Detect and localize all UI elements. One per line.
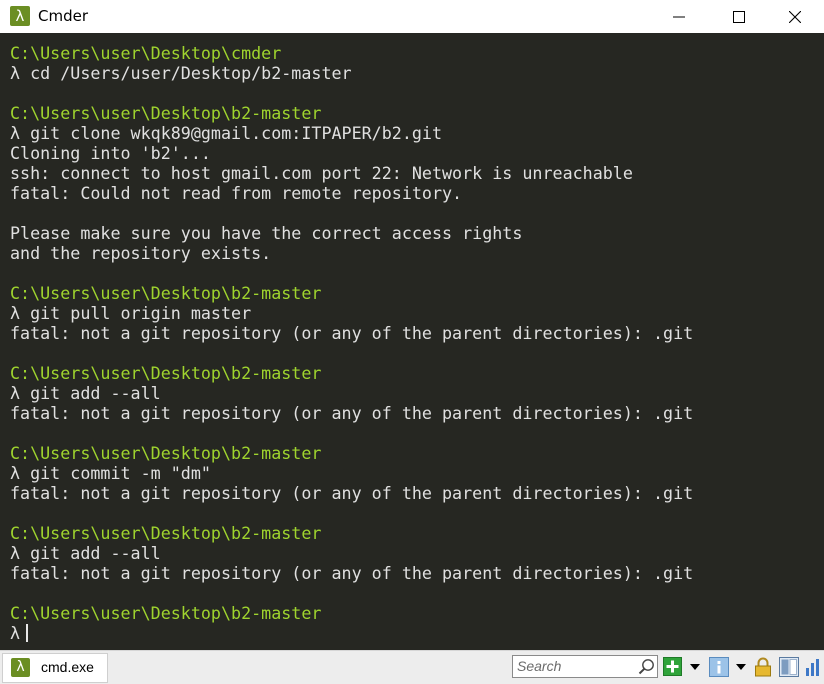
active-prompt[interactable]: λ bbox=[10, 623, 29, 643]
cmder-lambda-icon: λ bbox=[11, 658, 30, 677]
prompt-path: C:\Users\user\Desktop\b2-master bbox=[10, 103, 322, 123]
search-box[interactable] bbox=[512, 655, 658, 678]
lock-icon bbox=[755, 657, 771, 676]
close-button[interactable] bbox=[766, 0, 824, 33]
search-icon[interactable] bbox=[638, 658, 655, 675]
output-line: and the repository exists. bbox=[10, 243, 272, 263]
close-icon bbox=[789, 10, 801, 23]
prompt-symbol: λ bbox=[10, 623, 21, 643]
prompt-path: C:\Users\user\Desktop\b2-master bbox=[10, 283, 322, 303]
command-line: λ git add --all bbox=[10, 383, 161, 403]
cmder-lambda-icon: λ bbox=[10, 6, 30, 26]
minimize-icon bbox=[673, 16, 685, 17]
prompt-path: C:\Users\user\Desktop\cmder bbox=[10, 43, 282, 63]
dropdown-icon bbox=[690, 663, 700, 670]
output-line: fatal: not a git repository (or any of t… bbox=[10, 403, 694, 423]
command-line: λ git add --all bbox=[10, 543, 161, 563]
chart-icon bbox=[806, 658, 819, 676]
new-console-icon bbox=[663, 657, 682, 676]
split-view-icon bbox=[779, 656, 799, 677]
window-title: Cmder bbox=[38, 7, 89, 25]
new-console-button[interactable] bbox=[662, 656, 683, 677]
prompt-path: C:\Users\user\Desktop\b2-master bbox=[10, 523, 322, 543]
info-icon bbox=[709, 656, 729, 677]
console-output[interactable]: C:\Users\user\Desktop\cmder λ cd /Users/u… bbox=[0, 33, 824, 650]
maximize-icon bbox=[733, 10, 745, 23]
lock-button[interactable] bbox=[753, 656, 773, 677]
dropdown-icon bbox=[736, 663, 746, 670]
status-bar: λ cmd.exe bbox=[0, 650, 824, 684]
output-line: ssh: connect to host gmail.com port 22: … bbox=[10, 163, 633, 183]
tab-cmd-exe[interactable]: λ cmd.exe bbox=[2, 653, 108, 683]
tab-label: cmd.exe bbox=[41, 659, 94, 675]
info-dropdown[interactable] bbox=[734, 656, 748, 677]
output-line: Please make sure you have the correct ac… bbox=[10, 223, 523, 243]
search-input[interactable] bbox=[513, 656, 637, 676]
command-line: λ git pull origin master bbox=[10, 303, 252, 323]
output-line: fatal: not a git repository (or any of t… bbox=[10, 563, 694, 583]
title-bar[interactable]: λ Cmder bbox=[0, 0, 824, 33]
output-line: fatal: Could not read from remote reposi… bbox=[10, 183, 463, 203]
new-console-dropdown[interactable] bbox=[688, 656, 702, 677]
chart-button[interactable] bbox=[804, 656, 824, 677]
output-line: fatal: not a git repository (or any of t… bbox=[10, 323, 694, 343]
command-line: λ git clone wkqk89@gmail.com:ITPAPER/b2.… bbox=[10, 123, 443, 143]
text-cursor bbox=[26, 624, 29, 642]
command-line: λ git commit -m "dm" bbox=[10, 463, 211, 483]
command-line: λ cd /Users/user/Desktop/b2-master bbox=[10, 63, 352, 83]
split-view-button[interactable] bbox=[778, 656, 800, 677]
output-line: fatal: not a git repository (or any of t… bbox=[10, 483, 694, 503]
output-line: Cloning into 'b2'... bbox=[10, 143, 211, 163]
prompt-path: C:\Users\user\Desktop\b2-master bbox=[10, 603, 322, 623]
console-info-button[interactable] bbox=[708, 656, 730, 677]
maximize-button[interactable] bbox=[710, 0, 768, 33]
minimize-button[interactable] bbox=[650, 0, 708, 33]
prompt-path: C:\Users\user\Desktop\b2-master bbox=[10, 443, 322, 463]
prompt-path: C:\Users\user\Desktop\b2-master bbox=[10, 363, 322, 383]
